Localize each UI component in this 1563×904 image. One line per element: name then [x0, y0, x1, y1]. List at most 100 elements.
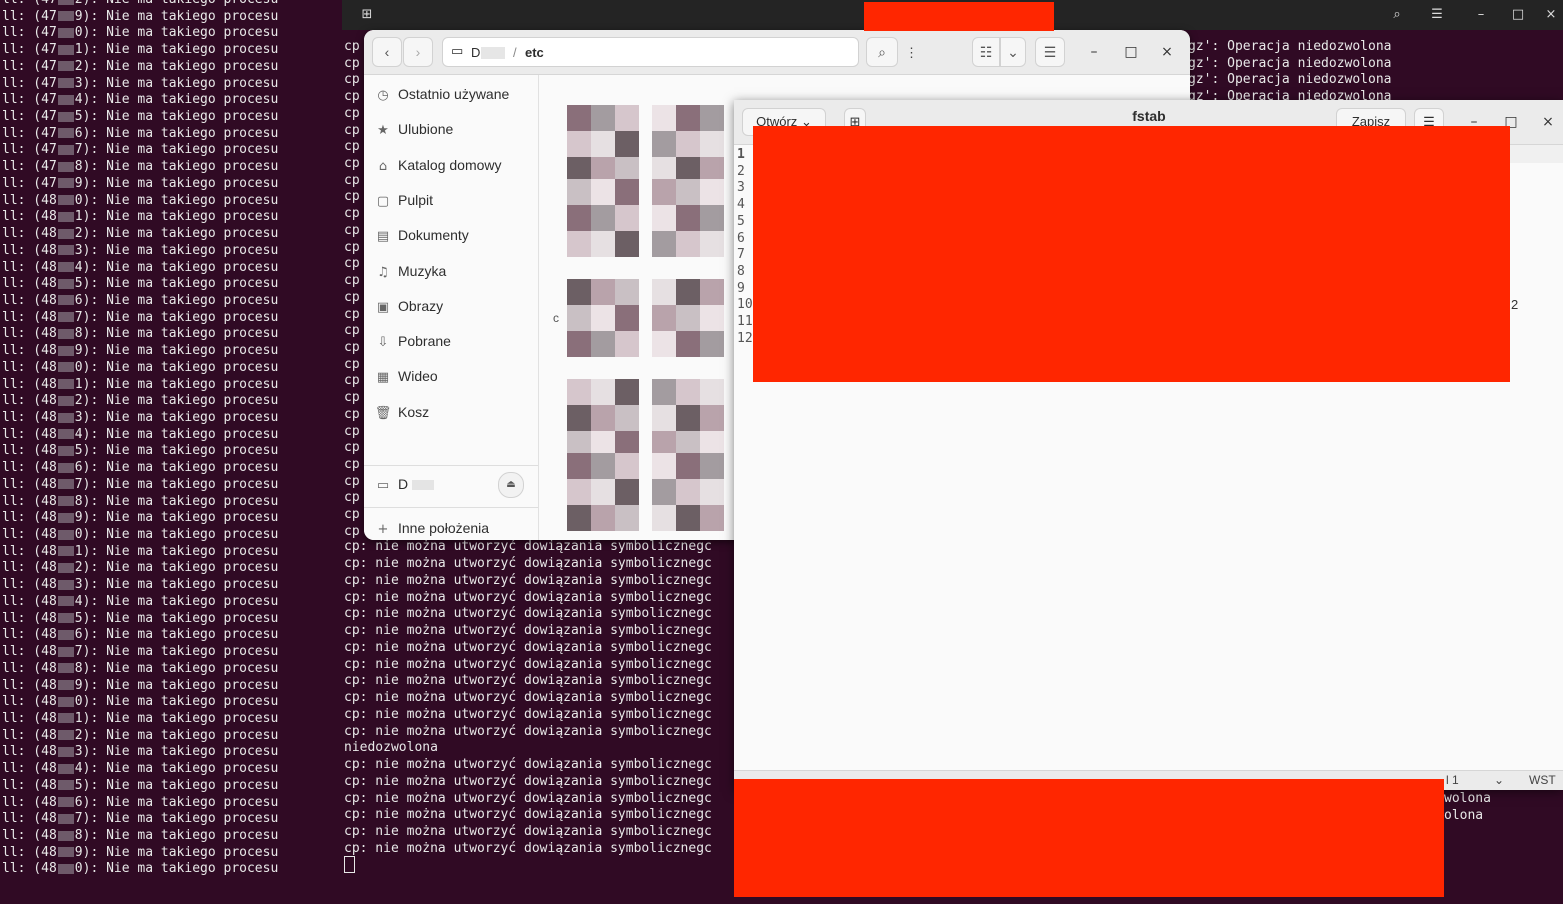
line-prefix: ll: (48: [2, 660, 57, 676]
main-menu-button[interactable]: ☰: [1035, 37, 1065, 67]
chevron-down-icon[interactable]: ⌄: [1494, 773, 1504, 787]
search-icon[interactable]: ⌕: [1386, 4, 1408, 26]
sidebar-item-document[interactable]: ▤ Dokumenty: [374, 221, 534, 249]
terminal-line-cp: cp: [344, 507, 360, 523]
redacted-digits: [57, 412, 74, 423]
line-suffix: 7): Nie ma takiego procesu: [74, 476, 279, 492]
file-thumbnail[interactable]: [567, 105, 641, 185]
files-sidebar: ◷ Ostatnio używane ★ Ulubione ⌂ Katalog domow…: [364, 75, 539, 540]
terminal-line: ll: (47 0): Nie ma takiego procesu: [2, 24, 278, 41]
maximize-button[interactable]: □: [1121, 42, 1141, 62]
path-separator: /: [513, 45, 517, 60]
terminal-line: ll: (48 8): Nie ma takiego procesu: [2, 660, 278, 677]
sidebar-item-label: Kosz: [398, 403, 430, 420]
redacted-digits: [57, 863, 74, 874]
sidebar-item-trash[interactable]: 🗑 Kosz: [374, 398, 534, 426]
thumbnail-pixel: [615, 453, 639, 479]
line-suffix: 2): Nie ma takiego procesu: [75, 0, 279, 7]
line-prefix: ll: (48: [2, 811, 57, 827]
sidebar-item-home[interactable]: ⌂ Katalog domowy: [374, 151, 534, 179]
view-options-button[interactable]: ⌄: [1000, 37, 1026, 67]
terminal-cursor: [344, 856, 355, 873]
redacted-digits: [57, 562, 74, 573]
line-number: 3: [737, 180, 745, 196]
file-thumbnail[interactable]: [652, 179, 726, 259]
sidebar-item-label: Katalog domowy: [398, 156, 502, 173]
line-prefix: ll: (48: [2, 309, 57, 325]
close-button[interactable]: ×: [1538, 112, 1558, 132]
sidebar-item-desktop[interactable]: ▢ Pulpit: [374, 186, 534, 214]
thumbnail-pixel: [676, 105, 700, 131]
thumbnail-pixel: [591, 405, 615, 431]
redacted-digits: [57, 211, 74, 222]
terminal-line: ll: (48 7): Nie ma takiego procesu: [2, 309, 278, 326]
line-prefix: ll: (48: [2, 259, 57, 275]
path-menu-icon[interactable]: ⋮: [905, 45, 918, 61]
line-suffix: 2): Nie ma takiego procesu: [74, 560, 279, 576]
line-suffix: 3): Nie ma takiego procesu: [74, 242, 279, 258]
terminal-line: ll: (48 4): Nie ma takiego procesu: [2, 760, 278, 777]
insert-mode[interactable]: WST: [1529, 773, 1556, 787]
terminal-line: ll: (47 9): Nie ma takiego procesu: [2, 8, 278, 25]
file-thumbnail[interactable]: [652, 379, 726, 459]
file-thumbnail[interactable]: [652, 279, 726, 359]
new-tab-icon[interactable]: ⊞: [356, 4, 378, 26]
drive-icon: ▭: [451, 44, 464, 59]
sidebar-item-music[interactable]: ♫ Muzyka: [374, 257, 534, 285]
file-thumbnail[interactable]: [567, 179, 641, 259]
sidebar-item-video[interactable]: ▦ Wideo: [374, 362, 534, 390]
terminal-line-cp: cp: [344, 473, 360, 489]
file-thumbnail[interactable]: [567, 379, 641, 459]
thumbnail-pixel: [700, 279, 724, 305]
sidebar-item-other-locations[interactable]: + Inne położenia: [374, 514, 534, 540]
terminal-line-cp: cp: [344, 289, 360, 305]
left-terminal[interactable]: ll: (472): Nie ma takiego procesull: (47…: [0, 0, 342, 904]
close-icon[interactable]: ×: [1540, 4, 1562, 26]
path-bar[interactable]: ▭ D / etc ⋮: [442, 37, 918, 67]
sidebar-item-clock[interactable]: ◷ Ostatnio używane: [374, 80, 534, 108]
eject-icon[interactable]: ⏏: [498, 472, 524, 498]
thumbnail-pixel: [652, 105, 676, 131]
sidebar-item-download[interactable]: ⇩ Pobrane: [374, 327, 534, 355]
forward-button[interactable]: ›: [403, 37, 433, 67]
back-button[interactable]: ‹: [372, 37, 402, 67]
terminal-line-cp: cp: [344, 189, 360, 205]
sidebar-item-pictures[interactable]: ▣ Obrazy: [374, 292, 534, 320]
line-suffix: 6): Nie ma takiego procesu: [74, 794, 279, 810]
terminal-line: ll: (48 0): Nie ma takiego procesu: [2, 693, 278, 710]
terminal-line-fragment: wolona: [1444, 791, 1491, 806]
minimize-icon[interactable]: –: [1470, 4, 1492, 26]
path-device[interactable]: D: [471, 45, 480, 60]
thumbnail-pixel: [676, 331, 700, 357]
redacted-digits: [57, 797, 74, 808]
file-thumbnail[interactable]: [567, 453, 641, 533]
path-current[interactable]: etc: [525, 45, 544, 60]
line-suffix: 5): Nie ma takiego procesu: [74, 109, 279, 125]
file-thumbnail[interactable]: [652, 453, 726, 533]
file-thumbnail[interactable]: [567, 279, 641, 359]
line-suffix: 5): Nie ma takiego procesu: [74, 276, 279, 292]
redacted-digits: [57, 262, 74, 273]
search-button[interactable]: ⌕: [866, 37, 898, 67]
redacted-digits: [57, 362, 74, 373]
file-thumbnail[interactable]: [652, 105, 726, 185]
line-prefix: ll: (48: [2, 343, 57, 359]
sidebar-separator: [364, 507, 538, 508]
sidebar-item-device[interactable]: ▭ D ⏏: [374, 470, 534, 498]
sidebar-item-star[interactable]: ★ Ulubione: [374, 115, 534, 143]
close-button[interactable]: ×: [1157, 42, 1177, 62]
line-prefix: ll: (47: [2, 8, 57, 24]
line-suffix: 8): Nie ma takiego procesu: [74, 159, 279, 175]
maximize-icon[interactable]: □: [1507, 4, 1529, 26]
terminal-line: ll: (48 6): Nie ma takiego procesu: [2, 292, 278, 309]
cursor-position[interactable]: l 1: [1446, 773, 1459, 787]
list-view-button[interactable]: ☷: [972, 37, 1000, 67]
line-suffix: 2): Nie ma takiego procesu: [74, 727, 279, 743]
minimize-button[interactable]: –: [1084, 42, 1104, 62]
terminal-line: ll: (48 2): Nie ma takiego procesu: [2, 225, 278, 242]
terminal-line: ll: (48 9): Nie ma takiego procesu: [2, 509, 278, 526]
terminal-line: ll: (47 3): Nie ma takiego procesu: [2, 75, 278, 92]
hamburger-menu-icon[interactable]: ☰: [1426, 4, 1448, 26]
chevron-down-icon: ⌄: [1007, 44, 1019, 60]
thumbnail-pixel: [591, 453, 615, 479]
